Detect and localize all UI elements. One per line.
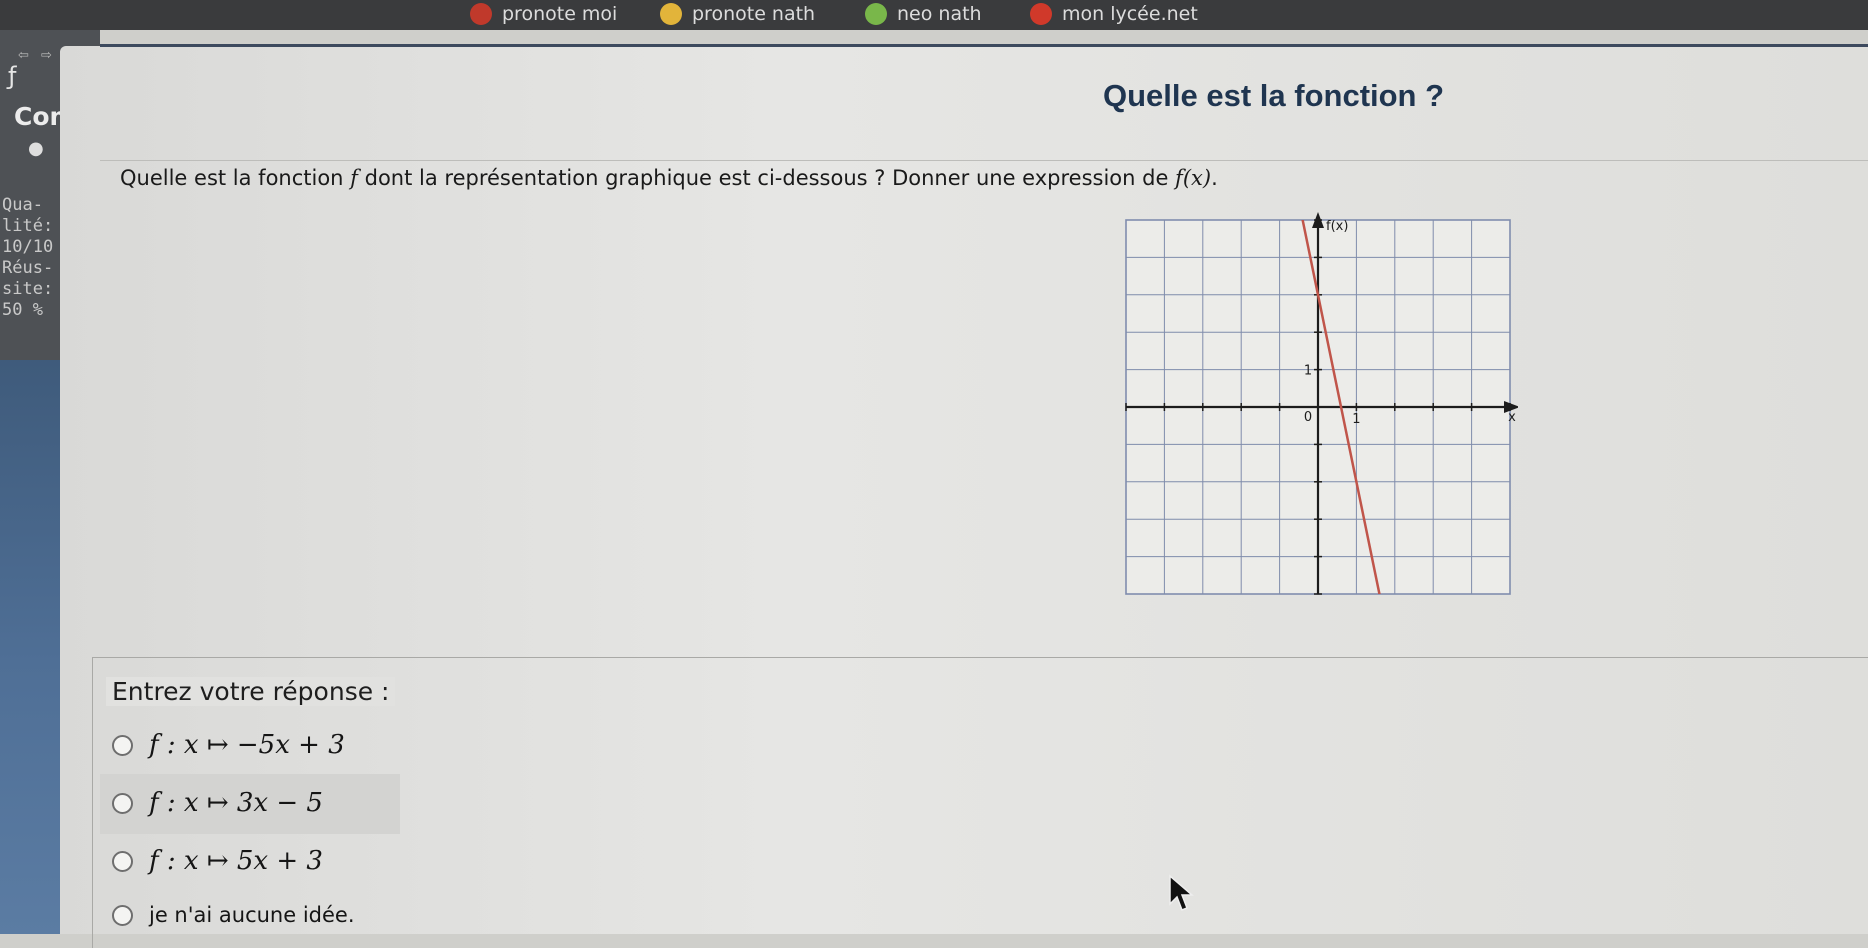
comment-icon[interactable]: ● <box>28 138 44 159</box>
radio-button[interactable] <box>112 904 133 926</box>
page-title: Quelle est la fonction ? <box>1103 78 1445 113</box>
x-axis-label: x <box>1508 410 1516 425</box>
option-label: f : x ↦ 5x + 3 <box>149 846 323 876</box>
title-divider <box>100 160 1868 161</box>
nav-arrows-icon[interactable]: ⇦ ⇨ <box>18 48 56 63</box>
question-end: . <box>1211 166 1218 190</box>
question-fx: f(x) <box>1175 166 1212 190</box>
neo-icon <box>865 3 887 25</box>
success-label-2: site: <box>2 279 54 299</box>
success-value: 50 % <box>2 300 43 320</box>
bookmark-label: neo nath <box>897 3 982 25</box>
answer-option[interactable]: f : x ↦ 3x − 5 <box>112 788 323 818</box>
quality-label-2: lité: <box>2 216 54 236</box>
graph-svg: f(x) x 0 1 1 <box>1125 212 1520 595</box>
answer-option[interactable]: f : x ↦ −5x + 3 <box>112 730 345 760</box>
answer-option[interactable]: je n'ai aucune idée. <box>112 903 355 927</box>
answer-option[interactable]: f : x ↦ 5x + 3 <box>112 846 323 876</box>
origin-label: 0 <box>1304 410 1312 425</box>
bookmark-pronote-nath[interactable]: pronote nath <box>660 3 815 25</box>
bookmarks-bar: pronote moi pronote nath neo nath mon ly… <box>0 0 1868 30</box>
pronote-icon <box>660 3 682 25</box>
function-graph: f(x) x 0 1 1 <box>1118 212 1520 606</box>
bookmark-neo-nath[interactable]: neo nath <box>865 3 982 25</box>
radio-button[interactable] <box>112 792 133 814</box>
panel-divider <box>100 44 1868 47</box>
y-unit-label: 1 <box>1304 364 1312 379</box>
bookmark-mon-lycee[interactable]: mon lycée.net <box>1030 3 1198 25</box>
lycee-icon <box>1030 3 1052 25</box>
option-label: f : x ↦ 3x − 5 <box>149 788 323 818</box>
pronote-icon <box>470 3 492 25</box>
question-part2: dont la représentation graphique est ci-… <box>357 166 1176 190</box>
radio-button[interactable] <box>112 850 133 872</box>
question-text: Quelle est la fonction f dont la représe… <box>120 166 1218 190</box>
sidebar-stats: Qua- lité: 10/10 Réus- site: 50 % <box>2 195 53 321</box>
x-unit-label: 1 <box>1352 412 1360 427</box>
bookmark-label: mon lycée.net <box>1062 3 1198 25</box>
formula-icon[interactable]: ƒ <box>8 62 16 90</box>
option-label: f : x ↦ −5x + 3 <box>149 730 345 760</box>
question-f: f <box>350 166 358 190</box>
quality-label-1: Qua- <box>2 195 43 215</box>
question-part1: Quelle est la fonction <box>120 166 351 190</box>
quality-value: 10/10 <box>2 237 54 257</box>
option-label: je n'ai aucune idée. <box>149 903 355 927</box>
radio-button[interactable] <box>112 734 133 756</box>
success-label-1: Réus- <box>2 258 54 278</box>
mouse-cursor-icon <box>1169 874 1195 911</box>
bookmark-label: pronote nath <box>692 3 816 25</box>
bookmark-label: pronote moi <box>502 3 618 25</box>
answer-legend: Entrez votre réponse : <box>106 677 396 706</box>
y-axis-label: f(x) <box>1326 219 1348 234</box>
bookmark-pronote-moi[interactable]: pronote moi <box>470 3 617 25</box>
